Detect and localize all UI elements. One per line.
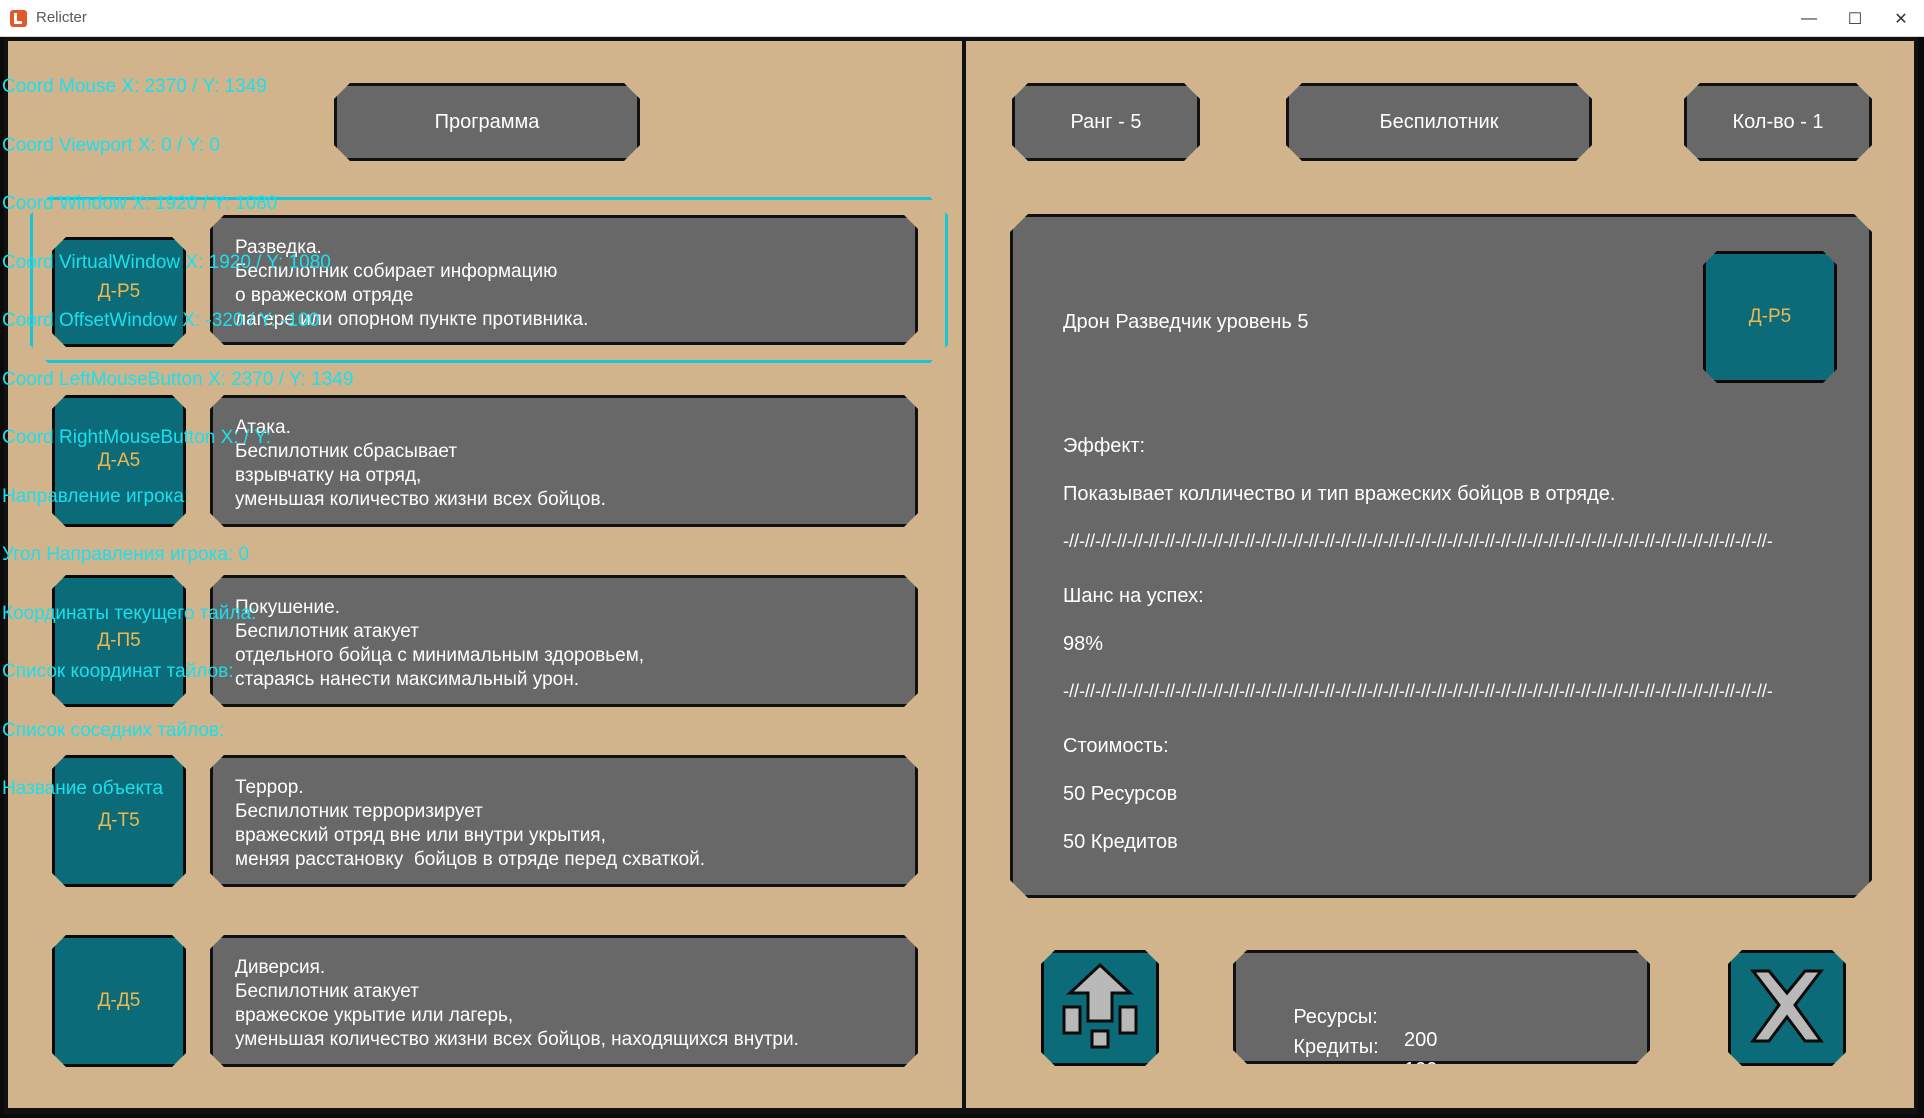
rank-plate: Ранг - 5 xyxy=(1012,83,1200,161)
debug-line: Название объекта xyxy=(2,778,164,799)
window-title: Relicter xyxy=(36,9,87,26)
credits-label: Кредиты: xyxy=(1293,1036,1379,1058)
debug-line: Coord Viewport X: 0 / Y: 0 xyxy=(2,134,220,156)
close-x-icon xyxy=(1731,953,1843,1063)
count-plate: Кол-во - 1 xyxy=(1684,83,1872,161)
maximize-button[interactable]: ☐ xyxy=(1832,0,1878,37)
debug-line: Координаты текущего тайла: xyxy=(2,602,257,624)
program-header-label: Программа xyxy=(434,110,540,133)
debug-line: Coord Window X: 1920 / Y: 1080 xyxy=(2,193,278,214)
debug-overlay: Coord Mouse X: 2370 / Y: 1349 Coord View… xyxy=(2,38,353,818)
minimize-button[interactable]: — xyxy=(1786,0,1832,37)
program-desc-sabotage[interactable]: Диверсия. Беспилотник атакует вражеское … xyxy=(210,935,918,1067)
debug-line: Направление игрока: xyxy=(2,485,190,507)
unit-type-plate: Беспилотник xyxy=(1286,83,1592,161)
debug-line: Coord Mouse X: 2370 / Y: 1349 xyxy=(2,76,267,97)
debug-line: Список соседних тайлов: xyxy=(2,719,225,741)
upgrade-arrow-icon xyxy=(1044,953,1156,1063)
chance-label: Шанс на успех: xyxy=(1063,585,1204,607)
close-panel-button[interactable] xyxy=(1728,950,1846,1066)
debug-line: Угол Направления игрока: 0 xyxy=(2,544,250,565)
window-titlebar: Relicter — ☐ ✕ xyxy=(0,0,1924,37)
cost-credits: 50 Кредитов xyxy=(1063,831,1178,853)
cost-label: Стоимость: xyxy=(1063,735,1169,757)
debug-line: Coord OffsetWindow X: -320 / Y: -100 xyxy=(2,310,320,331)
program-chip-sabotage[interactable]: Д-Д5 xyxy=(52,935,186,1067)
detail-title: Дрон Разведчик уровень 5 xyxy=(1063,311,1309,333)
app-logo-icon xyxy=(10,10,27,27)
program-detail-card: Дрон Разведчик уровень 5 Д-Р5 Эффект: По… xyxy=(1010,214,1872,898)
debug-line: Coord VirtualWindow X: 1920 / Y: 1080 xyxy=(2,251,331,273)
cost-resources: 50 Ресурсов xyxy=(1063,783,1178,805)
separator-1: -//-//-//-//-//-//-//-//-//-//-//-//-//-… xyxy=(1063,531,1773,551)
separator-2: -//-//-//-//-//-//-//-//-//-//-//-//-//-… xyxy=(1063,681,1773,701)
resources-value: 200 xyxy=(1404,1029,1438,1051)
debug-line: Список координат тайлов: xyxy=(2,661,234,682)
program-header[interactable]: Программа xyxy=(334,83,640,161)
effect-label: Эффект: xyxy=(1063,435,1146,457)
resources-box: Ресурсы: 200 Кредиты: 100 xyxy=(1233,950,1650,1064)
upgrade-button[interactable] xyxy=(1041,950,1159,1066)
close-window-button[interactable]: ✕ xyxy=(1878,0,1924,37)
debug-line: Coord LeftMouseButton X: 2370 / Y: 1349 xyxy=(2,368,354,390)
detail-program-chip: Д-Р5 xyxy=(1703,251,1837,383)
effect-text: Показывает колличество и тип вражеских б… xyxy=(1063,483,1616,505)
chance-value: 98% xyxy=(1063,633,1104,655)
debug-line: Coord RightMouseButton X: / Y: xyxy=(2,427,271,448)
